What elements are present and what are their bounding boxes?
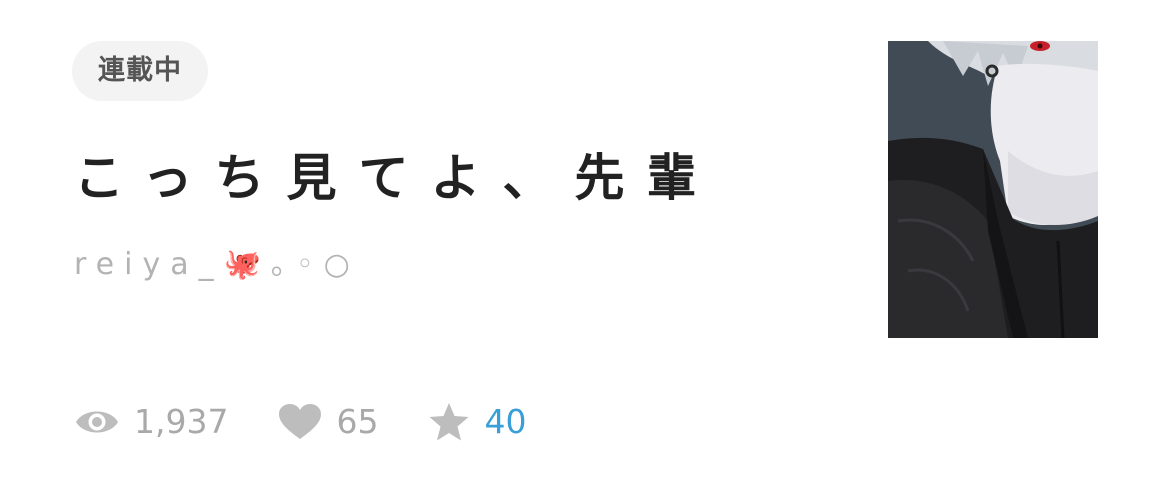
cover-illustration	[888, 41, 1098, 338]
view-count-value: 1,937	[134, 402, 229, 441]
like-count-value: 65	[336, 402, 379, 441]
view-count: 1,937	[74, 394, 228, 450]
eye-icon	[74, 405, 120, 439]
story-card[interactable]: 連載中 こっち見てよ、先輩 reiya_🐙｡◦○ 1,937 65 40	[0, 0, 1170, 499]
cover-image[interactable]	[888, 41, 1098, 338]
like-count: 65	[278, 394, 378, 450]
author-name[interactable]: reiya_🐙｡◦○	[74, 240, 360, 290]
star-count: 40	[428, 394, 526, 450]
heart-icon	[278, 403, 322, 441]
status-badge: 連載中	[72, 41, 208, 101]
story-stats: 1,937 65 40	[74, 394, 576, 450]
story-title[interactable]: こっち見てよ、先輩	[74, 142, 719, 214]
star-count-value: 40	[484, 402, 527, 441]
star-icon	[428, 402, 470, 442]
